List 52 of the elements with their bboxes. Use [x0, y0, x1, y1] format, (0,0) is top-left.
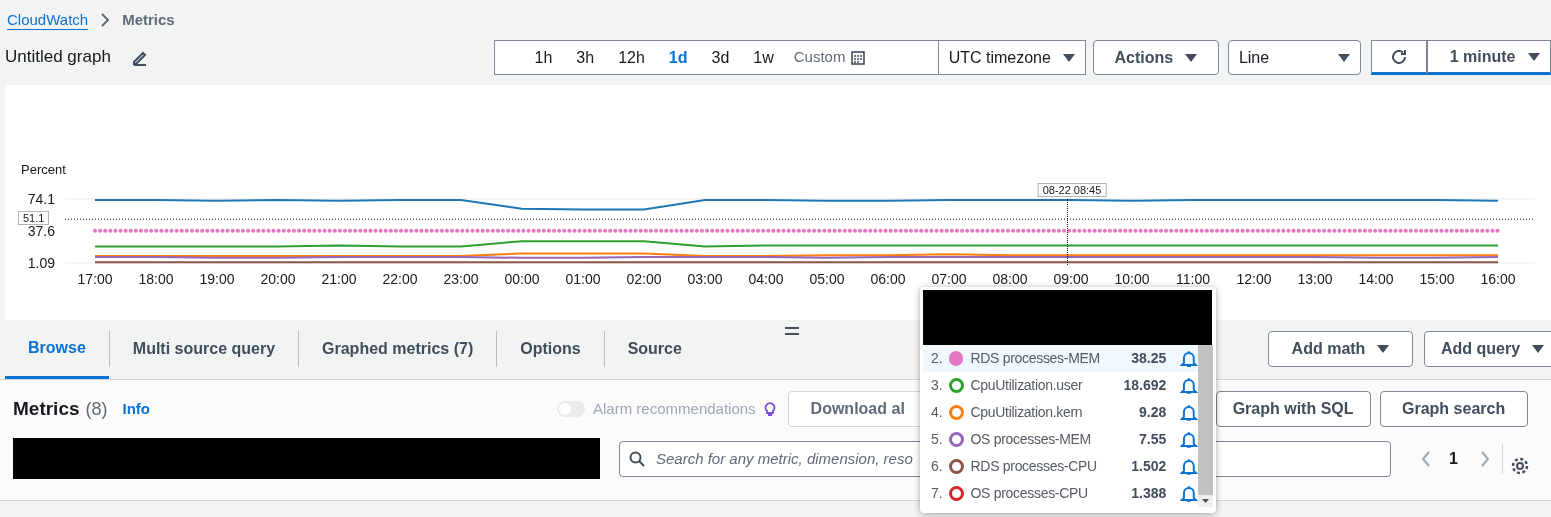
metrics-count: (8) — [85, 397, 108, 421]
graph-title: Untitled graph — [5, 46, 111, 68]
x-tick-label: 07:00 — [931, 271, 967, 287]
series-name: OS processes-CPU — [970, 484, 1089, 503]
crosshair-time-label: 08-22 08:45 — [1037, 183, 1107, 197]
axis-label: Percent — [21, 162, 66, 177]
row-index: 7. — [930, 484, 943, 503]
row-index: 5. — [930, 430, 943, 449]
series-value: 1.502 — [1130, 457, 1167, 476]
x-tick-label: 13:00 — [1297, 271, 1333, 287]
x-tick-label: 16:00 — [1480, 271, 1516, 287]
series-name: CpuUtilization.user — [970, 376, 1084, 395]
x-tick-label: 19:00 — [199, 271, 235, 287]
x-tick-label: 21:00 — [321, 271, 357, 287]
x-tick-label: 11:00 — [1176, 271, 1210, 287]
x-tick-label: 08:00 — [992, 271, 1028, 287]
x-tick-label: 03:00 — [687, 271, 723, 287]
series-value: 38.25 — [1130, 349, 1167, 368]
series-value: 1.388 — [1130, 484, 1167, 503]
x-tick-label: 15:00 — [1419, 271, 1455, 287]
y-tick-label: 37.6 — [27, 223, 55, 239]
panel-title: Metrics — [13, 396, 80, 421]
x-tick-label: 18:00 — [138, 271, 174, 287]
x-tick-label: 17:00 — [77, 271, 113, 287]
series-name: OS processes-MEM — [970, 430, 1092, 449]
x-tick-label: 14:00 — [1358, 271, 1394, 287]
y-tick-label: 1.09 — [27, 255, 55, 271]
x-tick-label: 05:00 — [809, 271, 845, 287]
x-tick-label: 06:00 — [870, 271, 906, 287]
x-tick-label: 10:00 — [1114, 271, 1150, 287]
series-value: 7.55 — [1138, 430, 1167, 449]
row-index: 2. — [930, 349, 943, 368]
series-value: 9.28 — [1138, 403, 1167, 422]
x-tick-label: 02:00 — [626, 271, 662, 287]
y-tick-label: 74.1 — [27, 191, 55, 207]
x-tick-label: 20:00 — [260, 271, 296, 287]
series-name: RDS processes-CPU — [970, 457, 1098, 476]
x-tick-label: 12:00 — [1236, 271, 1272, 287]
series-name: RDS processes-MEM — [970, 349, 1101, 368]
toggle-label: Alarm recommendations — [593, 398, 756, 419]
breadcrumb-current: Metrics — [122, 9, 175, 30]
row-index: 4. — [930, 403, 943, 422]
x-tick-label: 09:00 — [1053, 271, 1089, 287]
row-index: 6. — [930, 457, 943, 476]
x-tick-label: 22:00 — [382, 271, 418, 287]
crosshair-value-label: 51.1 — [18, 211, 50, 226]
series-value: 18.692 — [1122, 376, 1167, 395]
x-tick-label: 23:00 — [443, 271, 479, 287]
series-name: CpuUtilization.kern — [970, 403, 1084, 422]
x-tick-label: 01:00 — [565, 271, 601, 287]
x-tick-label: 00:00 — [504, 271, 540, 287]
x-tick-label: 04:00 — [748, 271, 784, 287]
